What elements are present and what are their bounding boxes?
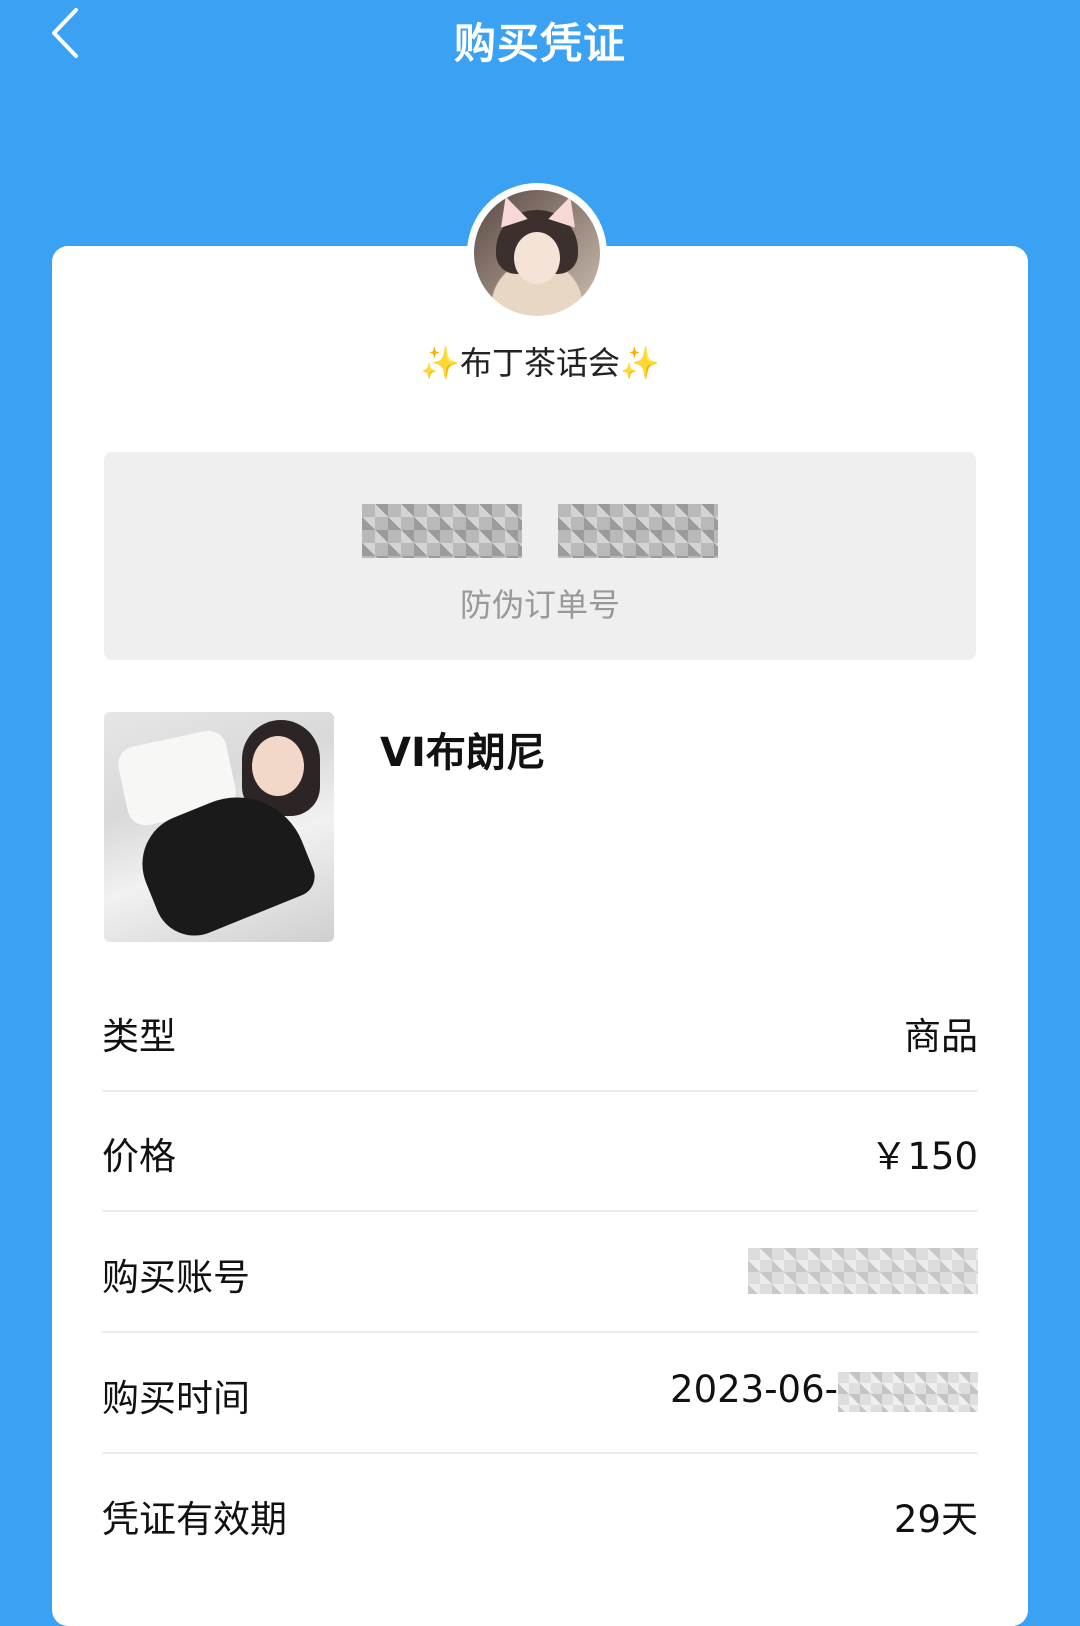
detail-label: 价格 bbox=[102, 1135, 176, 1178]
shop-avatar-frame bbox=[467, 183, 607, 323]
product-thumbnail[interactable] bbox=[104, 712, 334, 942]
product-name: VI布朗尼 bbox=[380, 730, 546, 776]
detail-value: 商品 bbox=[904, 1015, 978, 1058]
detail-label: 类型 bbox=[102, 1015, 176, 1058]
purchase-time-text: 2023-06- bbox=[670, 1368, 838, 1411]
detail-row-account: 购买账号 bbox=[102, 1213, 978, 1333]
sparkle-icon: ✨ bbox=[420, 344, 460, 382]
detail-label: 购买时间 bbox=[102, 1377, 250, 1420]
detail-row-validity: 凭证有效期 29天 bbox=[102, 1455, 978, 1573]
shop-name: ✨布丁茶话会✨ bbox=[52, 338, 1028, 384]
redaction-mosaic bbox=[838, 1371, 978, 1412]
page-title: 购买凭证 bbox=[453, 19, 626, 68]
detail-row-type: 类型 商品 bbox=[102, 972, 978, 1092]
avatar[interactable] bbox=[474, 190, 600, 316]
shop-name-text: 布丁茶话会 bbox=[459, 344, 620, 382]
redaction-mosaic bbox=[748, 1247, 978, 1294]
order-number-label: 防伪订单号 bbox=[459, 586, 620, 624]
detail-value: ￥150 bbox=[870, 1135, 978, 1178]
detail-value: 2023-06- bbox=[670, 1368, 978, 1412]
anti-counterfeit-order-box: 防伪订单号 bbox=[104, 452, 976, 660]
detail-label: 凭证有效期 bbox=[102, 1498, 287, 1541]
order-number-redacted bbox=[104, 504, 976, 558]
detail-value: 29天 bbox=[893, 1498, 978, 1541]
detail-label: 购买账号 bbox=[102, 1256, 250, 1299]
sparkle-icon: ✨ bbox=[620, 344, 660, 382]
detail-row-purchase-time: 购买时间 2023-06- bbox=[102, 1334, 978, 1454]
redaction-mosaic bbox=[558, 504, 718, 558]
top-bar: 购买凭证 bbox=[0, 0, 1080, 80]
detail-row-price: 价格 ￥150 bbox=[102, 1092, 978, 1212]
redaction-mosaic bbox=[362, 504, 522, 558]
detail-value-redacted bbox=[748, 1247, 978, 1294]
